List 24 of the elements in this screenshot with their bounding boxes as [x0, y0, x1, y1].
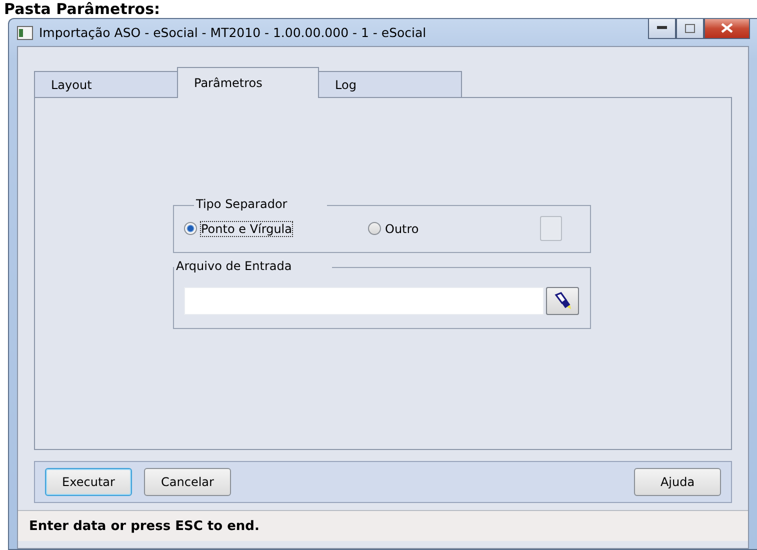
page-heading: Pasta Parâmetros: [3, 0, 161, 18]
status-bar: Enter data or press ESC to end. [18, 510, 748, 541]
maximize-icon [685, 24, 695, 32]
close-icon [721, 23, 733, 33]
dialog-button[interactable]: Executar [45, 468, 132, 496]
app-icon [17, 26, 33, 40]
maximize-button[interactable] [676, 18, 704, 38]
dialog-button[interactable]: Ajuda [634, 468, 721, 496]
minimize-icon [657, 26, 667, 30]
tab[interactable]: Parâmetros [177, 67, 319, 98]
dialog-button[interactable]: Cancelar [144, 468, 231, 496]
window-title: Importação ASO - eSocial - MT2010 - 1.00.00.000 - 1 - eSocial [39, 25, 428, 40]
tab[interactable]: Log [318, 71, 462, 98]
group-title: Arquivo de Entrada [174, 259, 332, 273]
radio-option[interactable]: Outro [368, 222, 518, 236]
tab[interactable]: Layout [34, 71, 178, 98]
browse-button[interactable] [546, 287, 579, 315]
close-button[interactable] [704, 18, 750, 38]
separator-input[interactable] [540, 216, 562, 241]
minimize-button[interactable] [648, 18, 676, 38]
group-title: Tipo Separador [194, 197, 328, 211]
flashlight-icon [554, 292, 572, 310]
file-path-field[interactable] [184, 287, 544, 315]
radio-option[interactable]: Ponto e Vírgula [184, 222, 368, 236]
